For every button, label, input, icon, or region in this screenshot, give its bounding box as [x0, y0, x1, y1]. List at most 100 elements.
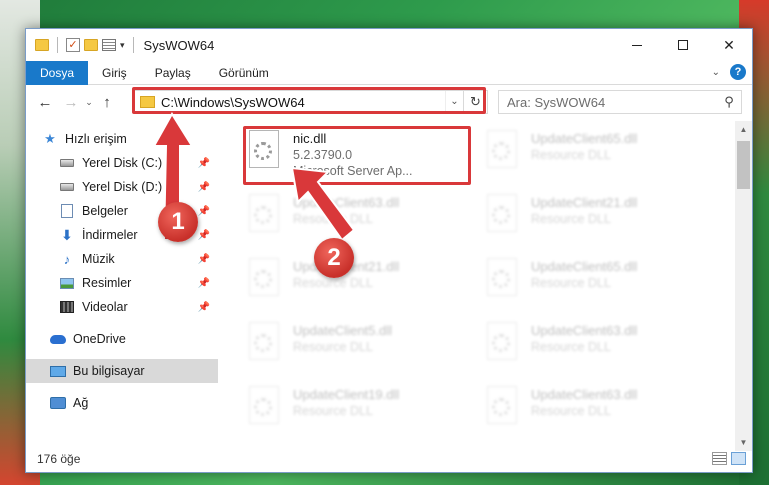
recent-locations-button[interactable]: ⌄: [82, 90, 96, 114]
search-input[interactable]: [507, 94, 717, 110]
sidebar-item-label: Bu bilgisayar: [73, 364, 145, 378]
pin-icon[interactable]: 📌: [198, 302, 210, 313]
sidebar-item-label: Hızlı erişim: [65, 132, 127, 146]
item-count: 176 öğe: [37, 452, 81, 466]
sidebar-item-network[interactable]: Ağ: [26, 391, 218, 415]
close-button[interactable]: ✕: [706, 29, 752, 61]
music-icon: ♪: [63, 251, 71, 267]
scroll-thumb[interactable]: [737, 141, 750, 189]
up-button[interactable]: ↑: [96, 90, 118, 114]
disk-icon: [59, 156, 75, 170]
file-name: UpdateClient21.dll: [531, 195, 638, 210]
pin-icon[interactable]: 📌: [198, 254, 210, 265]
sidebar-item-pictures[interactable]: Resimler 📌: [26, 271, 218, 295]
view-switcher: [712, 452, 746, 465]
dll-file-icon: [249, 322, 283, 362]
tab-view[interactable]: Görünüm: [205, 61, 283, 85]
file-item[interactable]: UpdateClient5.dll Resource DLL: [249, 317, 479, 373]
computer-icon: [50, 364, 66, 378]
file-type: Resource DLL: [531, 148, 611, 162]
new-folder-icon[interactable]: [84, 39, 98, 51]
file-type: Resource DLL: [531, 340, 611, 354]
sidebar-item-label: OneDrive: [73, 332, 126, 346]
dll-file-icon: [487, 258, 521, 298]
file-item[interactable]: UpdateClient19.dll Resource DLL: [249, 381, 479, 437]
dll-file-icon: [249, 194, 283, 234]
star-icon: ★: [44, 131, 56, 146]
maximize-icon: [678, 40, 688, 50]
sidebar-item-music[interactable]: ♪ Müzik 📌: [26, 247, 218, 271]
file-name: UpdateClient63.dll: [531, 323, 638, 338]
file-type: Resource DLL: [293, 340, 373, 354]
cloud-icon: [50, 332, 66, 346]
ribbon-right-controls: ⌄ ?: [712, 64, 746, 80]
toolbar-divider: [132, 37, 134, 53]
window-title: SysWOW64: [143, 37, 215, 53]
search-icon[interactable]: ⚲: [717, 94, 741, 110]
tab-home[interactable]: Giriş: [88, 61, 141, 85]
dll-file-icon: [487, 194, 521, 234]
videos-icon: [59, 300, 75, 314]
dll-file-icon: [249, 258, 283, 298]
file-type: Resource DLL: [531, 404, 611, 418]
dll-file-icon: [249, 386, 283, 426]
dll-file-icon: [487, 130, 521, 170]
download-icon: ⬇: [61, 226, 73, 243]
dll-file-icon: [487, 322, 521, 362]
tab-share[interactable]: Paylaş: [141, 61, 205, 85]
customize-toolbar-icon[interactable]: [102, 39, 116, 51]
file-type: Resource DLL: [531, 212, 611, 226]
file-name: UpdateClient63.dll: [531, 387, 638, 402]
tiles-view-icon[interactable]: [731, 452, 746, 465]
toolbar-divider: [57, 37, 58, 53]
minimize-icon: [632, 44, 642, 46]
back-button[interactable]: ←: [34, 90, 56, 114]
sidebar-item-label: Belgeler: [82, 204, 128, 218]
minimize-button[interactable]: [614, 29, 660, 61]
window-controls: ✕: [614, 29, 752, 61]
properties-check-icon[interactable]: ✓: [66, 38, 80, 52]
file-item[interactable]: UpdateClient21.dll Resource DLL: [487, 189, 717, 245]
file-item[interactable]: UpdateClient65.dll Resource DLL: [487, 253, 717, 309]
forward-button[interactable]: →: [60, 90, 82, 114]
file-item[interactable]: UpdateClient65.dll Resource DLL: [487, 125, 717, 181]
file-type: Resource DLL: [293, 404, 373, 418]
file-name: UpdateClient65.dll: [531, 259, 638, 274]
search-box[interactable]: ⚲: [498, 90, 742, 114]
network-icon: [50, 396, 66, 410]
file-name: UpdateClient5.dll: [293, 323, 393, 338]
file-item[interactable]: UpdateClient63.dll Resource DLL: [487, 317, 717, 373]
pictures-icon: [59, 276, 75, 290]
dll-file-icon: [487, 386, 521, 426]
expand-ribbon-icon[interactable]: ⌄: [712, 67, 720, 78]
explorer-window: ✓ ▾ SysWOW64 ✕ Dosya Giriş Paylaş Görünü…: [25, 28, 753, 473]
scroll-up-icon[interactable]: ▲: [735, 121, 752, 138]
quick-access-toolbar: ✓ ▾: [26, 37, 138, 53]
documents-icon: [59, 204, 75, 218]
pin-icon[interactable]: 📌: [198, 278, 210, 289]
vertical-scrollbar[interactable]: ▲ ▼: [735, 121, 752, 451]
file-item[interactable]: UpdateClient21.dllResource DLL: [249, 253, 479, 309]
help-icon[interactable]: ?: [730, 64, 746, 80]
tab-file[interactable]: Dosya: [26, 60, 89, 85]
title-bar: ✓ ▾ SysWOW64 ✕: [26, 29, 752, 61]
step-1-badge: 1: [158, 202, 198, 242]
chevron-down-icon[interactable]: ▾: [120, 40, 125, 51]
folder-icon: [35, 39, 49, 51]
sidebar-item-videos[interactable]: Videolar 📌: [26, 295, 218, 319]
sidebar-item-label: Resimler: [82, 276, 132, 290]
details-view-icon[interactable]: [712, 452, 727, 465]
sidebar-item-label: Videolar: [82, 300, 128, 314]
status-bar: 176 öğe: [26, 446, 752, 472]
file-item[interactable]: UpdateClient63.dll Resource DLL: [487, 381, 717, 437]
sidebar-item-onedrive[interactable]: OneDrive: [26, 327, 218, 351]
maximize-button[interactable]: [660, 29, 706, 61]
sidebar-item-label: Ağ: [73, 396, 89, 410]
ribbon-tabs: Dosya Giriş Paylaş Görünüm ⌄ ?: [26, 60, 752, 85]
sidebar-item-this-pc[interactable]: Bu bilgisayar: [26, 359, 218, 383]
sidebar-item-label: İndirmeler: [82, 228, 138, 242]
file-type: Resource DLL: [531, 276, 611, 290]
step-2-badge: 2: [314, 238, 354, 278]
disk-icon: [59, 180, 75, 194]
sidebar-item-label: Müzik: [82, 252, 115, 266]
